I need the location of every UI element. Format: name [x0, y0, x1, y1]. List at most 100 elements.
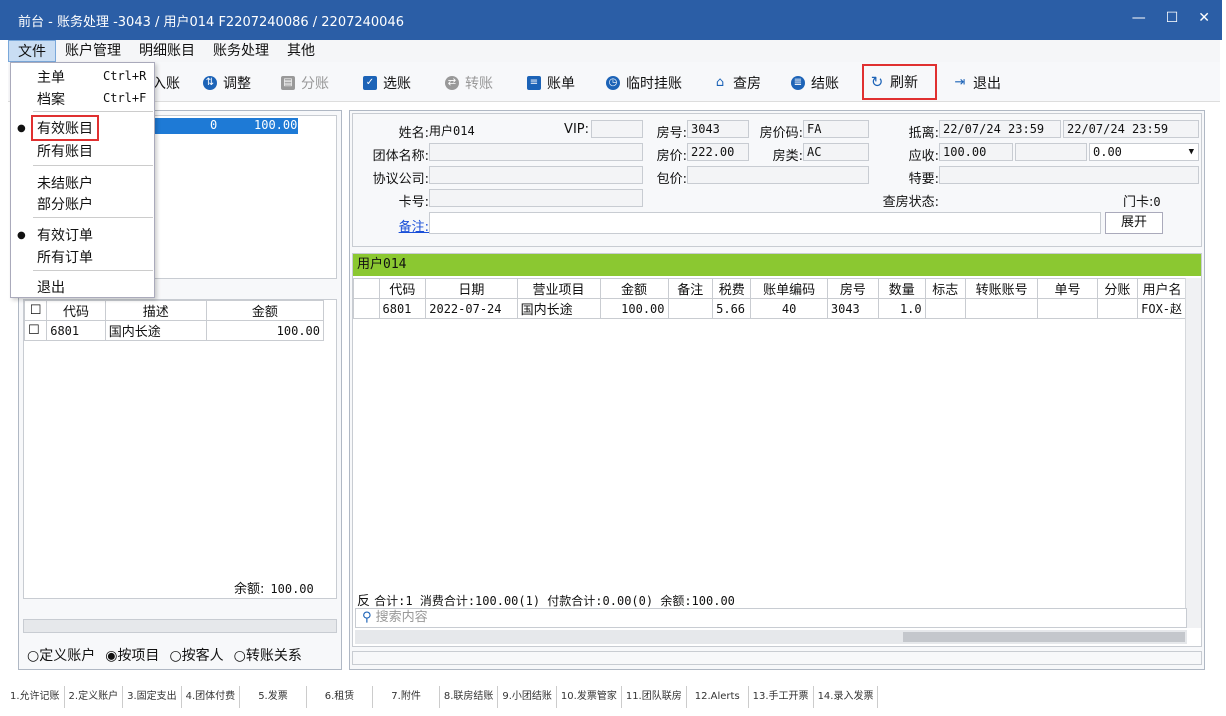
guest-info: 姓名: 用户014 VIP: 房号: 3043 房价码: FA 抵离: 22/0… — [352, 113, 1202, 247]
cell-amount: 100.00 — [599, 298, 669, 319]
col-desc: 描述 — [104, 300, 207, 321]
receivable-dropdown[interactable]: 0.00 ▼ — [1089, 143, 1199, 161]
refresh-button[interactable]: ↻ 刷新 — [862, 64, 937, 100]
adjust-button[interactable]: ⇅ 调整 — [203, 70, 251, 96]
receivable-extra-field[interactable] — [1015, 143, 1087, 161]
radio-label: 按客人 — [181, 648, 224, 664]
vertical-scrollbar[interactable] — [1185, 278, 1201, 628]
special-field[interactable] — [939, 166, 1199, 184]
depart-date-field[interactable]: 22/07/24 23:59 — [1063, 120, 1199, 138]
expand-button[interactable]: 展开 — [1105, 212, 1163, 234]
status-tab[interactable]: 1.允许记账 — [6, 686, 65, 708]
status-tab[interactable]: 12.Alerts — [687, 686, 749, 708]
group-field[interactable] — [429, 143, 643, 161]
shortcut-profile: Ctrl+F — [103, 91, 147, 105]
arrive-date-field[interactable]: 22/07/24 23:59 — [939, 120, 1061, 138]
roomtype-field[interactable]: AC — [803, 143, 869, 161]
rate-label: 房价: — [656, 149, 687, 164]
select-all-checkbox[interactable]: ☐ — [23, 300, 48, 321]
menu-item-profile[interactable]: 档案 — [37, 89, 65, 109]
adjust-icon: ⇅ — [203, 76, 217, 90]
roomtype-label: 房类: — [772, 149, 803, 164]
bill-button[interactable]: ≡ 账单 — [527, 70, 575, 96]
company-field[interactable] — [429, 166, 643, 184]
status-tab[interactable]: 8.联房结账 — [440, 686, 499, 708]
radio-custom-account[interactable]: ○定义账户 — [27, 645, 95, 665]
menu-item-valid-orders[interactable]: 有效订单 — [37, 225, 93, 245]
menu-item-all-accounts[interactable]: 所有账目 — [37, 141, 93, 161]
menu-item-partial-accounts[interactable]: 部分账户 — [37, 194, 93, 214]
menu-detail-items[interactable]: 明细账目 — [130, 40, 204, 62]
room-check-button[interactable]: ⌂ 查房 — [713, 70, 761, 96]
status-tab[interactable]: 13.手工开票 — [749, 686, 814, 708]
menu-item-exit[interactable]: 退出 — [37, 277, 65, 297]
table-row[interactable]: ☐ 6801 国内长途 100.00 — [23, 320, 325, 341]
horizontal-scrollbar[interactable] — [23, 619, 337, 633]
col-remark: 备注 — [667, 278, 714, 299]
status-tab[interactable]: 6.租赁 — [307, 686, 374, 708]
transfer-button[interactable]: ⇄ 转账 — [445, 70, 493, 96]
exit-button[interactable]: ⇥ 退出 — [953, 70, 1001, 96]
table-row[interactable]: 6801 2022-07-24 国内长途 100.00 5.66 40 3043… — [353, 298, 1187, 319]
ratecode-field[interactable]: FA — [803, 120, 869, 138]
room-field[interactable]: 3043 — [687, 120, 749, 138]
scroll-thumb[interactable] — [903, 632, 1185, 642]
menu-other[interactable]: 其他 — [278, 40, 324, 62]
menu-item-valid-accounts[interactable]: 有效账目 — [31, 115, 99, 141]
checkout-button[interactable]: ≣ 结账 — [791, 70, 839, 96]
row-desc: 国内长途 — [104, 320, 207, 341]
radio-by-item[interactable]: ◉按项目 — [105, 645, 159, 665]
horizontal-scrollbar[interactable] — [355, 630, 1187, 644]
status-tab[interactable]: 9.小团结账 — [498, 686, 557, 708]
menu-file[interactable]: 文件 — [8, 40, 56, 62]
search-placeholder: 搜索内容 — [375, 610, 428, 625]
menu-item-all-orders[interactable]: 所有订单 — [37, 247, 93, 267]
status-tab[interactable]: 2.定义账户 — [65, 686, 124, 708]
menu-item-main-folio[interactable]: 主单 — [37, 67, 65, 87]
status-tab[interactable]: 11.团队联房 — [622, 686, 687, 708]
cell-tax: 5.66 — [712, 298, 752, 319]
select-button[interactable]: ✓ 选账 — [363, 70, 411, 96]
col-qty: 数量 — [877, 278, 926, 299]
status-tab[interactable]: 4.团体付费 — [182, 686, 241, 708]
bill-label: 账单 — [547, 76, 575, 92]
close-button[interactable]: ✕ — [1198, 10, 1210, 26]
remark-link[interactable]: 备注: — [355, 216, 429, 235]
receivable-field[interactable]: 100.00 — [939, 143, 1013, 161]
search-input[interactable]: ⚲ 搜索内容 — [355, 608, 1187, 628]
post-label: 入账 — [152, 76, 180, 92]
rate-field[interactable]: 222.00 — [687, 143, 749, 161]
row-amount: 100.00 — [205, 320, 325, 341]
package-field[interactable] — [687, 166, 869, 184]
status-tab[interactable]: 5.发票 — [240, 686, 307, 708]
menu-item-unsettled-accounts[interactable]: 未结账户 — [37, 173, 93, 193]
status-tab[interactable]: 10.发票管家 — [557, 686, 622, 708]
bottom-strip — [352, 651, 1202, 665]
radio-by-guest[interactable]: ○按客人 — [169, 645, 223, 665]
menu-billing[interactable]: 账务处理 — [204, 40, 278, 62]
row-indicator — [353, 298, 380, 319]
split-button[interactable]: ▤ 分账 — [281, 70, 329, 96]
checkout-label: 结账 — [811, 76, 839, 92]
radio-label: 定义账户 — [39, 648, 96, 664]
balance-label: 余额: — [234, 582, 265, 597]
temp-hold-button[interactable]: ◷ 临时挂账 — [606, 70, 682, 96]
cell-code: 6801 — [378, 298, 427, 319]
status-tab[interactable]: 7.附件 — [373, 686, 440, 708]
card-field[interactable] — [429, 189, 643, 207]
cell-room: 3043 — [826, 298, 879, 319]
vip-field[interactable] — [591, 120, 643, 138]
cell-split — [1096, 298, 1139, 319]
remark-field[interactable] — [429, 212, 1101, 234]
post-button[interactable]: 入账 — [152, 70, 180, 96]
minimize-button[interactable]: — — [1132, 10, 1146, 26]
maximize-button[interactable]: ☐ — [1166, 10, 1179, 26]
menu-account-management[interactable]: 账户管理 — [56, 40, 130, 62]
status-tab[interactable]: 14.录入发票 — [814, 686, 879, 708]
row-checkbox[interactable]: ☐ — [23, 320, 48, 341]
status-tab[interactable]: 3.固定支出 — [123, 686, 182, 708]
reverse-label[interactable]: 反 — [357, 594, 370, 609]
radio-transfer-relation[interactable]: ○转账关系 — [234, 645, 302, 665]
split-icon: ▤ — [281, 76, 295, 90]
name-label: 姓名: — [398, 126, 429, 141]
